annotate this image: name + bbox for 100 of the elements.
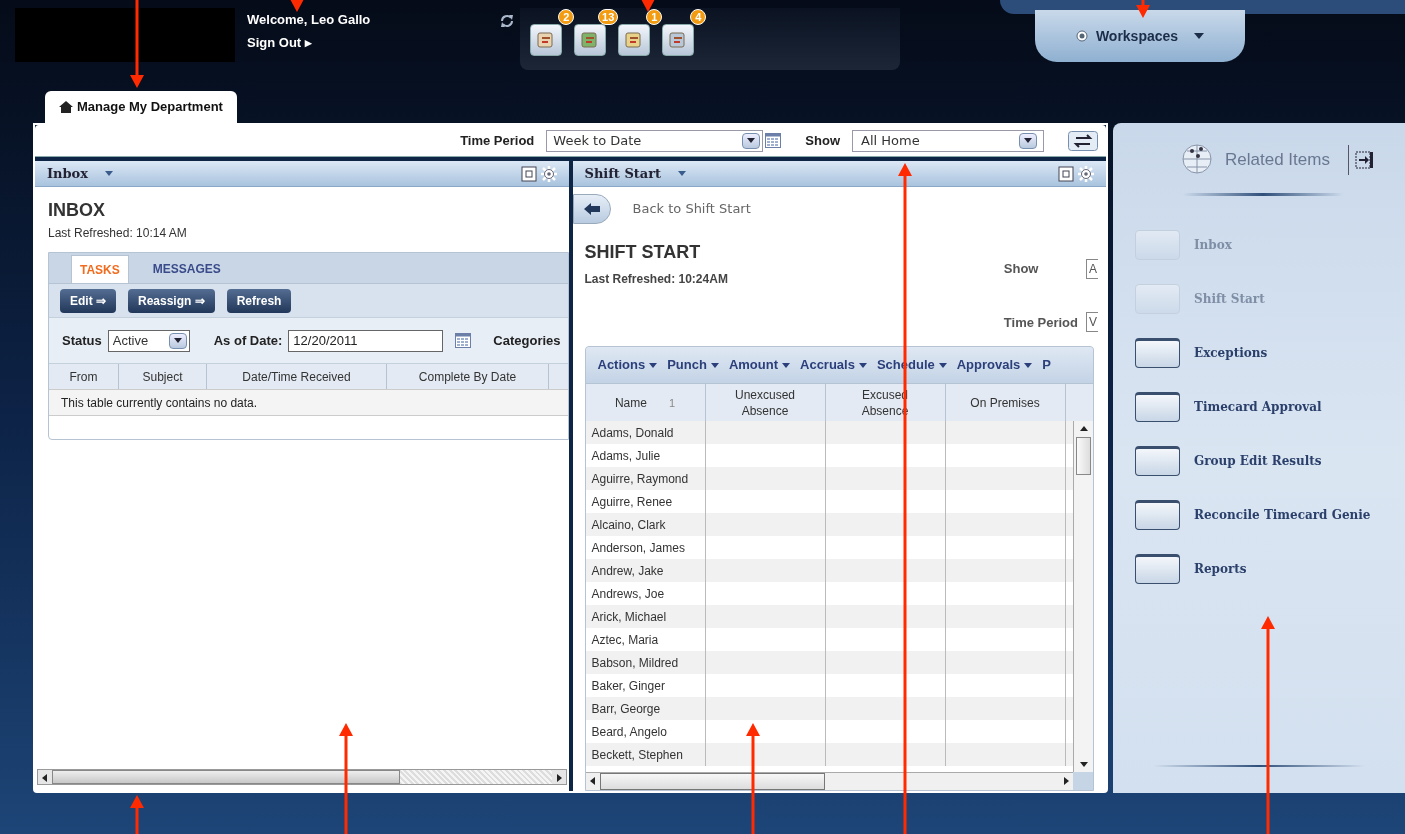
scroll-arrow-icon[interactable] [1062, 777, 1070, 785]
window-icon [1135, 392, 1180, 422]
swap-icon[interactable] [1068, 130, 1098, 151]
radio-icon [1075, 30, 1088, 42]
window-icon [1135, 230, 1180, 260]
related-item[interactable]: Exceptions [1135, 338, 1405, 368]
show-select[interactable]: A [1086, 258, 1098, 279]
tray-app-icon [625, 31, 644, 49]
menu-button[interactable]: Amount [728, 355, 790, 375]
caret-icon[interactable] [104, 170, 115, 177]
scroll-arrow-icon[interactable] [1079, 425, 1088, 433]
window-icon [1135, 500, 1180, 530]
menu-button[interactable]: Approvals [956, 355, 1033, 375]
caret-icon [710, 362, 719, 368]
show-label: Show [805, 131, 840, 150]
notification-button[interactable] [574, 24, 607, 56]
scroll-arrow-icon[interactable] [41, 774, 49, 782]
vertical-scrollbar[interactable] [1073, 421, 1093, 772]
caret-icon [747, 138, 756, 143]
window-icon [1135, 554, 1180, 584]
time-period-select[interactable]: Week to Date [546, 129, 764, 152]
status-label: Status [62, 331, 102, 350]
menu-button[interactable]: Accruals [800, 355, 867, 375]
caret-icon [1024, 138, 1032, 143]
related-item[interactable]: Group Edit Results [1135, 446, 1405, 476]
caret-icon [173, 338, 182, 343]
settings-icon[interactable] [1078, 165, 1094, 182]
related-items-title: Related Items [1225, 149, 1330, 172]
caret-icon[interactable] [677, 170, 688, 177]
back-button[interactable] [572, 194, 611, 224]
last-refreshed-text: Last Refreshed: 10:24AM [584, 271, 728, 288]
date-field[interactable]: 12/20/2011 [288, 329, 444, 352]
page-tab[interactable]: Manage My Department [45, 91, 237, 123]
caret-icon [1194, 33, 1205, 39]
refresh-icon[interactable] [500, 14, 515, 28]
globe-icon [1181, 143, 1213, 177]
caret-icon [649, 362, 658, 368]
empty-message: This table currently contains no data. [61, 394, 258, 412]
menu-button[interactable]: Actions [597, 355, 658, 375]
dropdown-button[interactable] [742, 132, 761, 149]
back-link[interactable]: Back to Shift Start [632, 199, 751, 219]
related-item[interactable]: Reconcile Timecard Genie [1135, 500, 1405, 530]
maximize-icon[interactable] [1058, 165, 1074, 182]
status-select[interactable]: Active [107, 329, 190, 352]
menu-button[interactable]: P [1042, 355, 1051, 375]
scroll-arrow-icon[interactable] [554, 774, 563, 782]
notification-count: 13 [598, 9, 619, 25]
dropdown-button[interactable] [168, 332, 187, 349]
last-refreshed-text: Last Refreshed: 10:14 AM [48, 225, 188, 242]
tray-app-icon [581, 31, 600, 49]
calendar-icon[interactable] [765, 133, 782, 148]
scrollbar-thumb[interactable] [1076, 437, 1091, 475]
settings-icon[interactable] [540, 165, 557, 182]
sign-out-link[interactable]: Sign Out ▸ [247, 32, 371, 52]
dropdown-button[interactable] [1019, 132, 1037, 149]
date-label: As of Date: [213, 331, 283, 350]
action-button[interactable]: Edit ⇒ [60, 288, 116, 313]
notification-count: 4 [690, 9, 707, 25]
panel-heading: INBOX [48, 199, 106, 222]
collapse-panel-icon[interactable] [1354, 150, 1375, 170]
window-icon [1135, 284, 1180, 314]
notification-button[interactable] [662, 24, 695, 56]
categories-label: Categories [493, 331, 561, 350]
caret-icon [858, 362, 867, 368]
caret-icon [938, 362, 947, 368]
workspaces-button[interactable]: Workspaces [1035, 10, 1245, 62]
tray-app-icon [537, 31, 556, 49]
scroll-arrow-icon[interactable] [588, 777, 597, 785]
sort-indicator: 1 [668, 395, 676, 411]
horizontal-scrollbar[interactable] [37, 769, 567, 785]
caret-icon [782, 362, 790, 368]
annotation-arrow [290, 0, 304, 12]
notification-count: 1 [646, 9, 663, 25]
related-item[interactable]: Reports [1135, 554, 1405, 584]
back-arrow-icon [583, 203, 600, 215]
notification-button[interactable] [530, 24, 563, 56]
caret-icon [1024, 362, 1033, 368]
annotation-arrow [130, 795, 144, 834]
annotation-arrow [641, 0, 655, 12]
window-icon [1135, 446, 1180, 476]
calendar-icon[interactable] [455, 333, 472, 348]
panel-heading: SHIFT START [584, 241, 702, 264]
maximize-icon[interactable] [520, 165, 537, 182]
related-item[interactable]: Timecard Approval [1135, 392, 1405, 422]
tray-app-icon [669, 31, 688, 49]
table-cell: Beckett, Stephen [585, 743, 706, 766]
time-period-label: Time Period [460, 131, 535, 150]
notification-count: 2 [558, 9, 575, 25]
show-select[interactable]: All Home [852, 129, 1044, 152]
notification-button[interactable] [618, 24, 651, 56]
panel-tab[interactable]: MESSAGES [144, 255, 229, 283]
window-icon [1135, 338, 1180, 368]
action-button[interactable]: Refresh [226, 288, 292, 313]
welcome-text: Welcome, Leo Gallo [247, 11, 371, 29]
action-button[interactable]: Reassign ⇒ [128, 288, 215, 313]
panel-title: Inbox [47, 164, 89, 183]
time-period-select[interactable]: V [1086, 312, 1098, 333]
menu-button[interactable]: Punch [667, 355, 719, 375]
horizontal-scrollbar[interactable] [585, 772, 1073, 790]
show-label: Show [1003, 260, 1040, 278]
